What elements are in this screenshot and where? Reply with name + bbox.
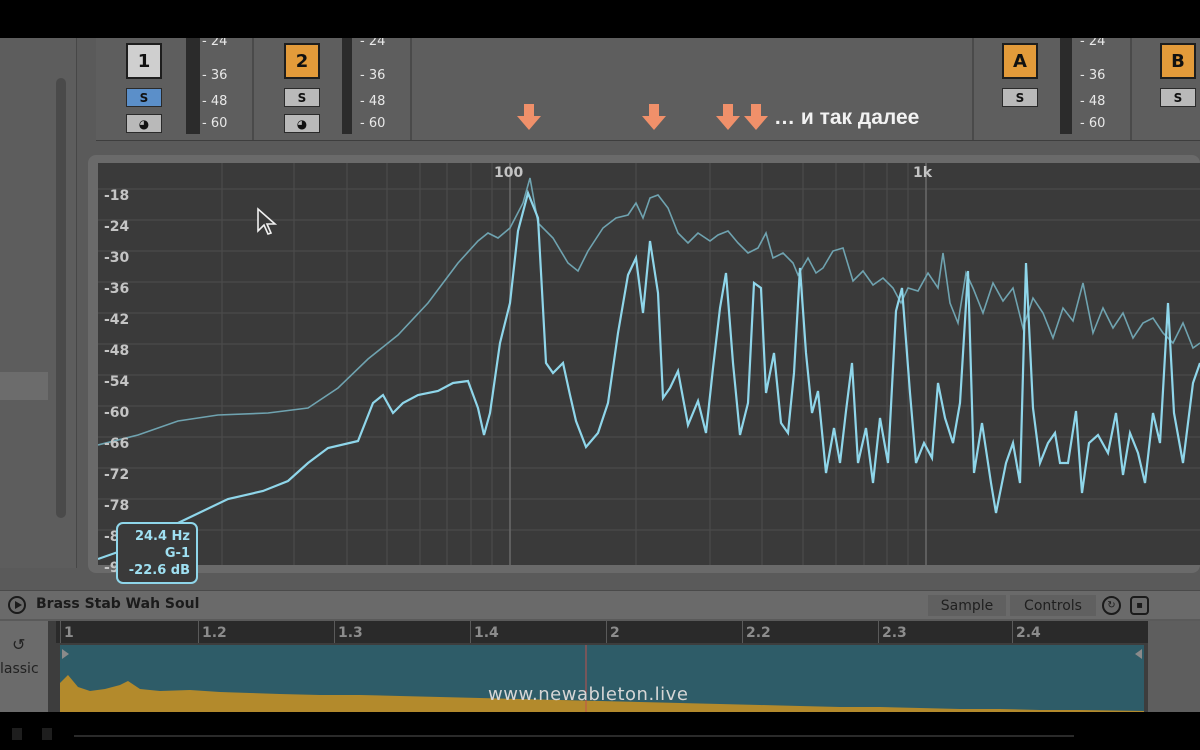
readout-note: G-1 (164, 546, 190, 561)
frequency-readout-tooltip: 24.4 Hz G-1 -22.6 dB (116, 522, 198, 584)
watermark: www.newableton.live (488, 684, 689, 705)
readout-level: -22.6 dB (128, 563, 190, 578)
tab-controls[interactable]: Controls (1010, 595, 1096, 616)
warp-mode-label: lassic (0, 661, 39, 677)
down-arrow-icon (744, 104, 768, 130)
readout-frequency: 24.4 Hz (134, 529, 190, 544)
peak-curve (98, 189, 1200, 561)
volume-icon[interactable] (42, 728, 52, 740)
spectrum-plot[interactable]: -18-24 -30-36 -42-48 -54-60 -66-72 -78-8… (98, 163, 1200, 576)
ableton-window: 1 S ◕ - 24 - 36 - 48 - 60 2 S ◕ - 24 - 3… (0, 38, 1200, 712)
video-player-bar (0, 712, 1200, 750)
down-arrow-icon (716, 104, 740, 130)
down-arrow-icon (642, 104, 666, 130)
hot-swap-icon[interactable]: ↻ (1102, 596, 1121, 615)
selected-row[interactable] (0, 372, 48, 400)
time-ruler[interactable]: 1 1.2 1.3 1.4 2 2.2 2.3 2.4 (56, 621, 1148, 643)
freq-label-1k: 1k (913, 165, 933, 181)
save-icon[interactable]: ▪ (1130, 596, 1149, 615)
clip-title-bar: Brass Stab Wah Soul Sample Controls ↻ ▪ (0, 590, 1200, 619)
annotation-text: … и так далее (774, 106, 920, 129)
loop-icon: ↺ (12, 635, 26, 654)
progress-bar[interactable] (74, 735, 1074, 737)
freq-label-100: 100 (494, 165, 524, 181)
annotation-arrows (517, 104, 768, 130)
warp-mode-panel[interactable]: ↺ lassic (0, 621, 48, 712)
clip-name: Brass Stab Wah Soul (36, 596, 200, 612)
tab-sample[interactable]: Sample (928, 595, 1006, 616)
sample-right-panel (1148, 621, 1200, 712)
play-clip-button[interactable] (8, 596, 26, 614)
mouse-cursor-icon (257, 207, 278, 235)
down-arrow-icon (517, 104, 541, 130)
pause-icon[interactable] (12, 728, 22, 740)
